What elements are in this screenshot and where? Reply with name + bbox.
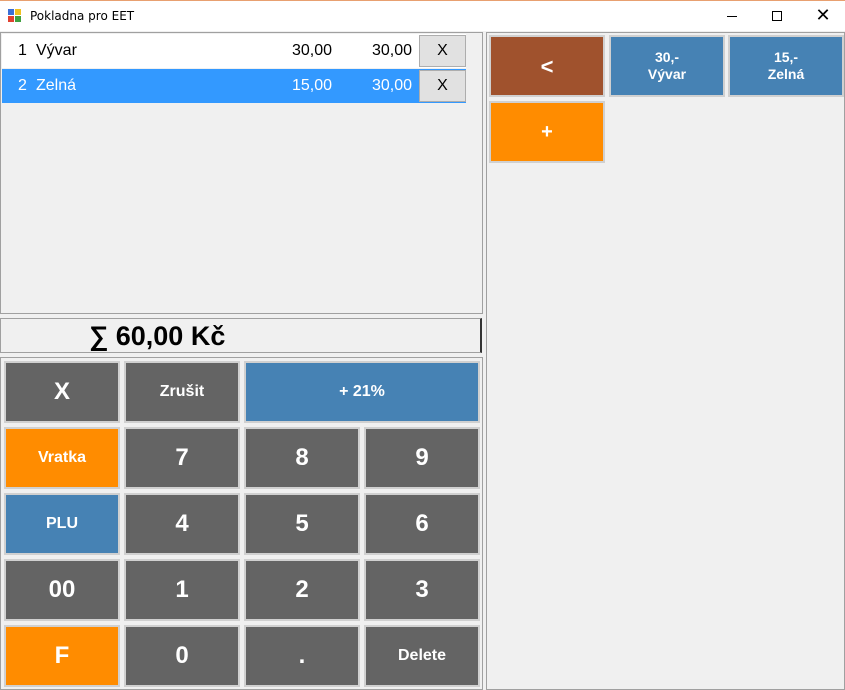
key-0[interactable]: 0 (124, 625, 240, 687)
key-4[interactable]: 4 (124, 493, 240, 555)
item-number: 2 (18, 77, 27, 94)
maximize-button[interactable] (754, 1, 800, 31)
key-8[interactable]: 8 (244, 427, 360, 489)
item-total: 30,00 (371, 42, 412, 59)
item-name: Zelná (36, 77, 77, 94)
item-name: Vývar (36, 42, 77, 59)
remove-item-button[interactable]: X (419, 70, 466, 102)
plu-name: Zelná (767, 66, 805, 82)
window-title: Pokladna pro EET (30, 9, 135, 23)
clear-button[interactable]: X (4, 361, 120, 423)
key-00[interactable]: 00 (4, 559, 120, 621)
key-3[interactable]: 3 (364, 559, 480, 621)
key-5[interactable]: 5 (244, 493, 360, 555)
item-price: 30,00 (291, 42, 332, 59)
key-9[interactable]: 9 (364, 427, 480, 489)
item-total: 30,00 (371, 77, 412, 94)
back-button[interactable]: < (489, 35, 605, 97)
key-6[interactable]: 6 (364, 493, 480, 555)
delete-button[interactable]: Delete (364, 625, 480, 687)
plu-panel: < 30,- Vývar 15,- Zelná + (486, 32, 845, 690)
minimize-button[interactable] (709, 1, 755, 31)
minimize-icon (727, 15, 737, 17)
cancel-button[interactable]: Zrušit (124, 361, 240, 423)
sum-text: ∑ 60,00 Kč (89, 321, 226, 351)
item-price: 15,00 (291, 77, 332, 94)
plu-button[interactable]: PLU (4, 493, 120, 555)
key-7[interactable]: 7 (124, 427, 240, 489)
add-plu-button[interactable]: + (489, 101, 605, 163)
item-number: 1 (18, 42, 27, 59)
plu-price: 15,- (773, 49, 799, 65)
maximize-icon (772, 11, 782, 21)
key-2[interactable]: 2 (244, 559, 360, 621)
sum-display: ∑ 60,00 Kč (0, 318, 482, 353)
f-button[interactable]: F (4, 625, 120, 687)
key-1[interactable]: 1 (124, 559, 240, 621)
plu-item-button[interactable]: 30,- Vývar (609, 35, 725, 97)
vat-button[interactable]: + 21% (244, 361, 480, 423)
keypad: X Zrušit + 21% Vratka 7 8 9 PLU 4 5 6 00… (0, 357, 483, 690)
list-item[interactable]: 2 Zelná 15,00 30,00 X (2, 69, 466, 103)
item-list[interactable]: 1 Vývar 30,00 30,00 X 2 Zelná 15,00 30,0… (0, 32, 483, 314)
app-icon (8, 9, 22, 23)
close-icon: ✕ (815, 5, 831, 26)
refund-button[interactable]: Vratka (4, 427, 120, 489)
remove-item-button[interactable]: X (419, 35, 466, 67)
close-button[interactable]: ✕ (800, 1, 845, 31)
plu-name: Vývar (647, 66, 687, 82)
plu-item-button[interactable]: 15,- Zelná (728, 35, 844, 97)
decimal-key[interactable]: . (244, 625, 360, 687)
title-bar: Pokladna pro EET ✕ (0, 0, 845, 31)
list-item[interactable]: 1 Vývar 30,00 30,00 X (2, 34, 466, 68)
plu-price: 30,- (654, 49, 680, 65)
